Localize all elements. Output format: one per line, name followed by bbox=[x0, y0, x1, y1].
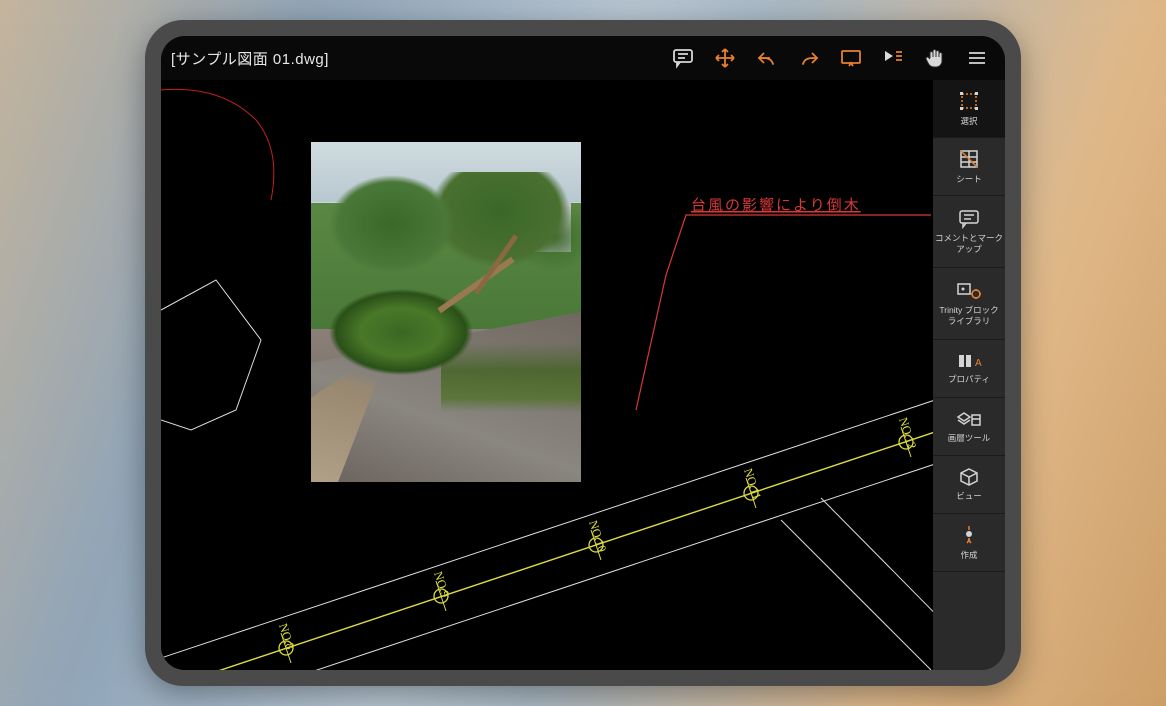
sheet-tool-button[interactable]: シート bbox=[933, 138, 1005, 196]
top-bar: [サンプル図面 01.dwg] bbox=[161, 36, 1005, 80]
select-label: 選択 bbox=[960, 116, 977, 126]
presentation-icon[interactable] bbox=[839, 46, 863, 70]
trinity-block-button[interactable]: Trinity ブロック ライブラリ bbox=[933, 268, 1005, 340]
create-button[interactable]: 作成 bbox=[933, 514, 1005, 572]
sheet-label: シート bbox=[956, 174, 982, 184]
property-label: プロパティ bbox=[948, 374, 990, 384]
menu-icon[interactable] bbox=[965, 46, 989, 70]
svg-text:A: A bbox=[975, 358, 982, 369]
drawing-canvas[interactable]: 台風の影響により倒木 N bbox=[161, 80, 933, 670]
trinity-block-label: Trinity ブロック ライブラリ bbox=[935, 305, 1003, 325]
undo-icon[interactable] bbox=[755, 46, 779, 70]
screen: [サンプル図面 01.dwg] bbox=[161, 36, 1005, 670]
hand-icon[interactable] bbox=[923, 46, 947, 70]
select-tool-button[interactable]: 選択 bbox=[933, 80, 1005, 138]
view-label: ビュー bbox=[956, 491, 982, 501]
create-label: 作成 bbox=[960, 550, 977, 560]
comment-markup-label: コメントとマークアップ bbox=[935, 233, 1003, 253]
comment-markup-button[interactable]: コメントとマークアップ bbox=[933, 196, 1005, 268]
move-icon[interactable] bbox=[713, 46, 737, 70]
play-list-icon[interactable] bbox=[881, 46, 905, 70]
view-button[interactable]: ビュー bbox=[933, 456, 1005, 514]
right-sidebar: 選択 シート コメントとマークアップ Trinity ブロック ライブラリ A … bbox=[933, 80, 1005, 670]
layer-tool-label: 画層ツール bbox=[948, 433, 991, 443]
top-toolbar bbox=[671, 46, 995, 70]
redo-icon[interactable] bbox=[797, 46, 821, 70]
filename-label: [サンプル図面 01.dwg] bbox=[171, 48, 329, 69]
tablet-frame: [サンプル図面 01.dwg] bbox=[145, 20, 1021, 686]
property-button[interactable]: A プロパティ bbox=[933, 340, 1005, 398]
annotation-text: 台風の影響により倒木 bbox=[691, 196, 861, 214]
embedded-photo[interactable] bbox=[311, 142, 581, 482]
comment-icon[interactable] bbox=[671, 46, 695, 70]
layer-tool-button[interactable]: 画層ツール bbox=[933, 398, 1005, 456]
